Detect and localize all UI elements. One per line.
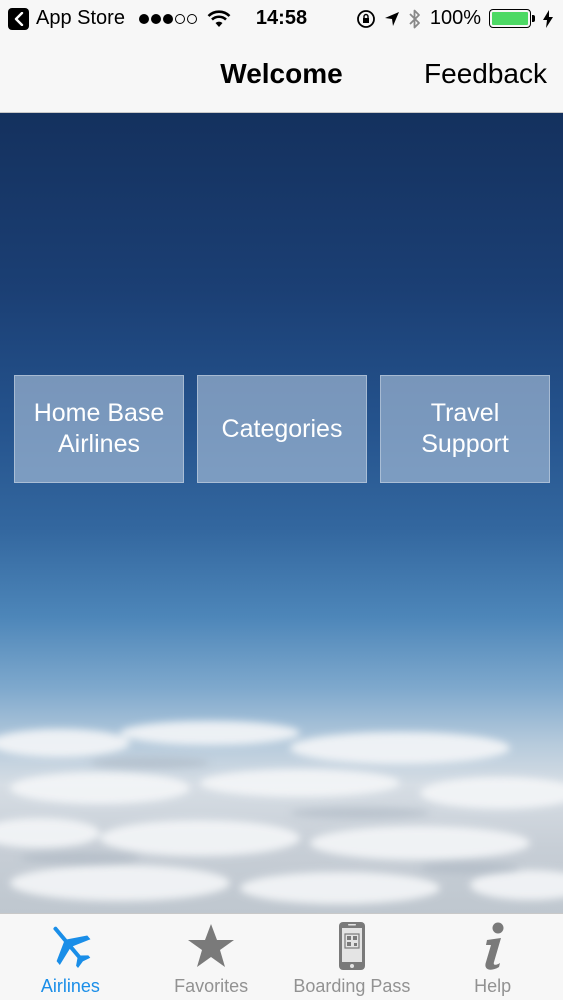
tab-bar: Airlines Favorites Boarding Pass Help bbox=[0, 913, 563, 1000]
info-icon bbox=[473, 920, 513, 972]
tab-label: Help bbox=[474, 976, 512, 996]
navigation-bar: Welcome Feedback bbox=[0, 38, 563, 113]
categories-button[interactable]: Categories bbox=[197, 375, 367, 483]
tab-help[interactable]: Help bbox=[422, 914, 563, 1000]
feedback-button[interactable]: Feedback bbox=[424, 58, 547, 90]
airplane-icon bbox=[44, 920, 96, 972]
status-bar: App Store 14:58 100% bbox=[0, 0, 563, 38]
status-left: App Store bbox=[8, 7, 231, 30]
wifi-icon bbox=[207, 9, 231, 27]
tab-favorites[interactable]: Favorites bbox=[141, 914, 282, 1000]
star-icon bbox=[186, 920, 236, 972]
status-right: 100% bbox=[348, 7, 553, 30]
tab-boarding-pass[interactable]: Boarding Pass bbox=[282, 914, 423, 1000]
charging-bolt-icon bbox=[543, 9, 553, 28]
back-arrow-icon[interactable] bbox=[8, 7, 29, 30]
clouds-image bbox=[0, 721, 563, 904]
tab-label: Boarding Pass bbox=[293, 976, 411, 996]
battery-icon bbox=[489, 9, 535, 28]
bluetooth-icon bbox=[409, 9, 420, 28]
tile-label-line1: Home Base bbox=[33, 399, 165, 427]
back-app-label[interactable]: App Store bbox=[36, 7, 125, 30]
travel-support-button[interactable]: Travel Support bbox=[380, 375, 550, 483]
orientation-lock-icon bbox=[356, 9, 375, 28]
tile-label-line2: Airlines bbox=[58, 430, 140, 458]
phone-qr-icon bbox=[337, 920, 367, 972]
signal-strength-icon bbox=[138, 13, 199, 24]
location-arrow-icon bbox=[384, 11, 399, 26]
home-base-airlines-button[interactable]: Home Base Airlines bbox=[14, 375, 184, 483]
tile-label-line1: Categories bbox=[221, 414, 343, 443]
tab-label: Airlines bbox=[40, 976, 100, 996]
sky-background: Home Base Airlines Categories Travel Sup… bbox=[0, 113, 563, 913]
tab-label: Favorites bbox=[174, 976, 249, 996]
tile-label-line2: Support bbox=[421, 430, 509, 458]
battery-percent: 100% bbox=[429, 7, 481, 29]
tab-airlines[interactable]: Airlines bbox=[0, 914, 141, 1000]
tile-label-line1: Travel bbox=[430, 399, 500, 427]
